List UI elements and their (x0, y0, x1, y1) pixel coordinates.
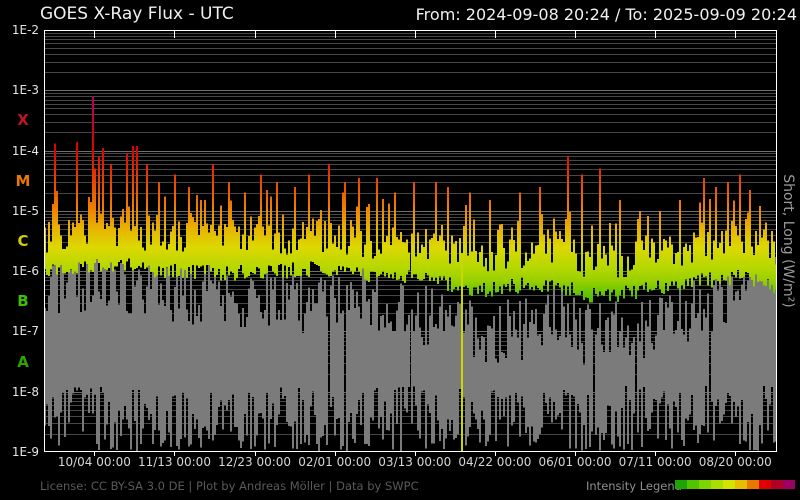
legend-color-swatch (687, 480, 699, 489)
y-axis-tick-label: 1E-2 (11, 23, 39, 37)
flare-class-label-b: B (17, 292, 29, 311)
flare-class-label-x: X (17, 111, 29, 130)
y-axis-tick-label: 1E-8 (11, 384, 39, 399)
y-axis-tick-label: 1E-3 (11, 83, 39, 98)
flare-class-label-m: M (15, 171, 31, 190)
legend-color-swatch (759, 480, 771, 489)
legend-color-swatch (747, 480, 759, 489)
flare-class-label-c: C (17, 232, 29, 250)
y-axis-tick-label: 1E-5 (11, 203, 39, 218)
legend-color-swatch (783, 480, 795, 489)
right-axis-label: Short, Long (W/m²) (780, 174, 796, 308)
legend-color-swatch (675, 480, 687, 489)
legend-color-swatch (711, 480, 723, 489)
y-axis-tick-label: 1E-6 (11, 264, 39, 279)
intensity-legend-bar (675, 480, 795, 489)
y-axis-tick-label: 1E-4 (11, 143, 39, 158)
legend-color-swatch (699, 480, 711, 489)
x-axis-tick-label: 08/20 00:00 (698, 455, 772, 469)
legend-color-swatch (771, 480, 783, 489)
legend-color-swatch (735, 480, 747, 489)
y-axis-tick-label: 1E-9 (11, 445, 39, 459)
plot-area (44, 30, 777, 456)
chart-title: GOES X-Ray Flux - UTC (40, 4, 234, 24)
goes-xray-flux-chart: GOES X-Ray Flux - UTC From: 2024-09-08 2… (0, 0, 800, 500)
flare-class-label-a: A (17, 352, 29, 371)
intensity-legend-label: Intensity Legend (586, 479, 682, 493)
legend-color-swatch (723, 480, 735, 489)
date-range-label: From: 2024-09-08 20:24 / To: 2025-09-09 … (415, 5, 797, 24)
license-text: License: CC BY-SA 3.0 DE | Plot by Andre… (40, 479, 419, 493)
y-axis-tick-label: 1E-7 (11, 324, 39, 339)
